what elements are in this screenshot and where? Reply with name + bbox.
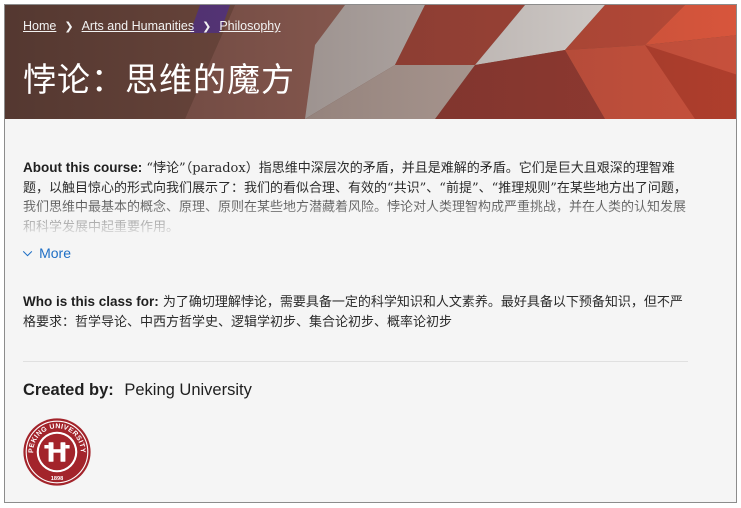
logo-year: 1898	[51, 476, 63, 482]
audience-section: Who is this class for: 为了确切理解悖论，需要具备一定的科…	[23, 292, 688, 332]
chevron-down-icon: ⌵	[23, 244, 33, 259]
creator-name[interactable]: Peking University	[124, 381, 251, 399]
breadcrumb-category-link[interactable]: Arts and Humanities	[82, 19, 195, 33]
about-label: About this course:	[23, 160, 143, 175]
course-page: Home ❯ Arts and Humanities ❯ Philosophy …	[4, 4, 737, 503]
hero-banner: Home ❯ Arts and Humanities ❯ Philosophy …	[5, 5, 736, 119]
text-fade-overlay	[23, 190, 688, 236]
breadcrumb-home-link[interactable]: Home	[23, 19, 56, 33]
about-section: About this course: “悖论”（paradox）指思维中深层次的…	[23, 158, 688, 236]
chevron-right-icon: ❯	[64, 20, 74, 33]
course-title: 悖论：思维的魔方	[23, 60, 295, 99]
more-label: More	[39, 245, 72, 261]
more-toggle-button[interactable]: ⌵ More	[23, 244, 72, 262]
breadcrumb-subcategory-link[interactable]: Philosophy	[219, 19, 280, 33]
created-by: Created by: Peking University	[23, 381, 252, 400]
section-divider	[23, 361, 688, 362]
breadcrumb: Home ❯ Arts and Humanities ❯ Philosophy	[23, 19, 281, 33]
audience-paragraph: Who is this class for: 为了确切理解悖论，需要具备一定的科…	[23, 292, 688, 332]
created-by-label: Created by:	[23, 381, 114, 399]
chevron-right-icon: ❯	[202, 20, 212, 33]
peking-university-logo[interactable]: PEKING UNIVERSITY 1898	[22, 417, 92, 487]
about-text-container: About this course: “悖论”（paradox）指思维中深层次的…	[23, 158, 688, 236]
audience-label: Who is this class for:	[23, 294, 159, 309]
